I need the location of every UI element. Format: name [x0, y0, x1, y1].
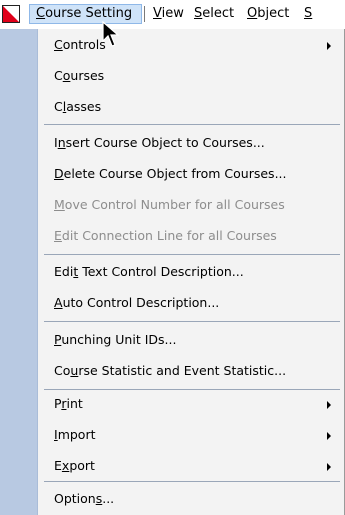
menu-select[interactable]: Select [188, 4, 240, 24]
menu-separator [44, 321, 340, 322]
menu-item-controls[interactable]: Controls [54, 33, 339, 57]
menu-separator [44, 481, 340, 482]
menu-s-truncated[interactable]: S [298, 4, 318, 24]
menubar-separator [144, 6, 145, 22]
chevron-right-icon [327, 463, 331, 471]
menu-item-move-control-number: Move Control Number for all Courses [54, 197, 285, 212]
menu-item-edit-connection-line: Edit Connection Line for all Courses [54, 228, 277, 243]
menu-object[interactable]: Object [241, 4, 295, 24]
chevron-right-icon [327, 432, 331, 440]
menu-course-setting[interactable]: Course Setting [29, 4, 142, 24]
menu-item-classes[interactable]: Classes [54, 95, 339, 119]
course-setting-dropdown: Controls Courses Classes Insert Course O… [0, 29, 345, 515]
menu-item-course-statistic[interactable]: Course Statistic and Event Statistic... [54, 359, 339, 383]
menu-item-delete-course-object[interactable]: Delete Course Object from Courses... [54, 162, 339, 186]
menu-item-courses[interactable]: Courses [54, 64, 339, 88]
menu-item-print[interactable]: Print [54, 392, 339, 416]
menu-item-auto-control-description[interactable]: Auto Control Description... [54, 291, 339, 315]
app-window: Course Setting View Select Object S Cont… [0, 0, 345, 515]
menu-view[interactable]: View [147, 4, 190, 24]
menu-icon-gutter [0, 29, 38, 515]
menu-separator [44, 254, 340, 255]
menu-item-export[interactable]: Export [54, 454, 339, 478]
menu-separator [44, 389, 340, 390]
chevron-right-icon [327, 401, 331, 409]
menu-item-punching-unit-ids[interactable]: Punching Unit IDs... [54, 328, 339, 352]
menu-item-insert-course-object[interactable]: Insert Course Object to Courses... [54, 131, 339, 155]
menu-item-edit-text-control-description[interactable]: Edit Text Control Description... [54, 260, 339, 284]
menu-item-import[interactable]: Import [54, 423, 339, 447]
chevron-right-icon [327, 42, 331, 50]
menu-separator [44, 124, 340, 125]
app-logo-icon[interactable] [2, 5, 20, 23]
menu-bar: Course Setting View Select Object S [0, 0, 345, 29]
menu-item-options[interactable]: Options... [54, 487, 339, 511]
